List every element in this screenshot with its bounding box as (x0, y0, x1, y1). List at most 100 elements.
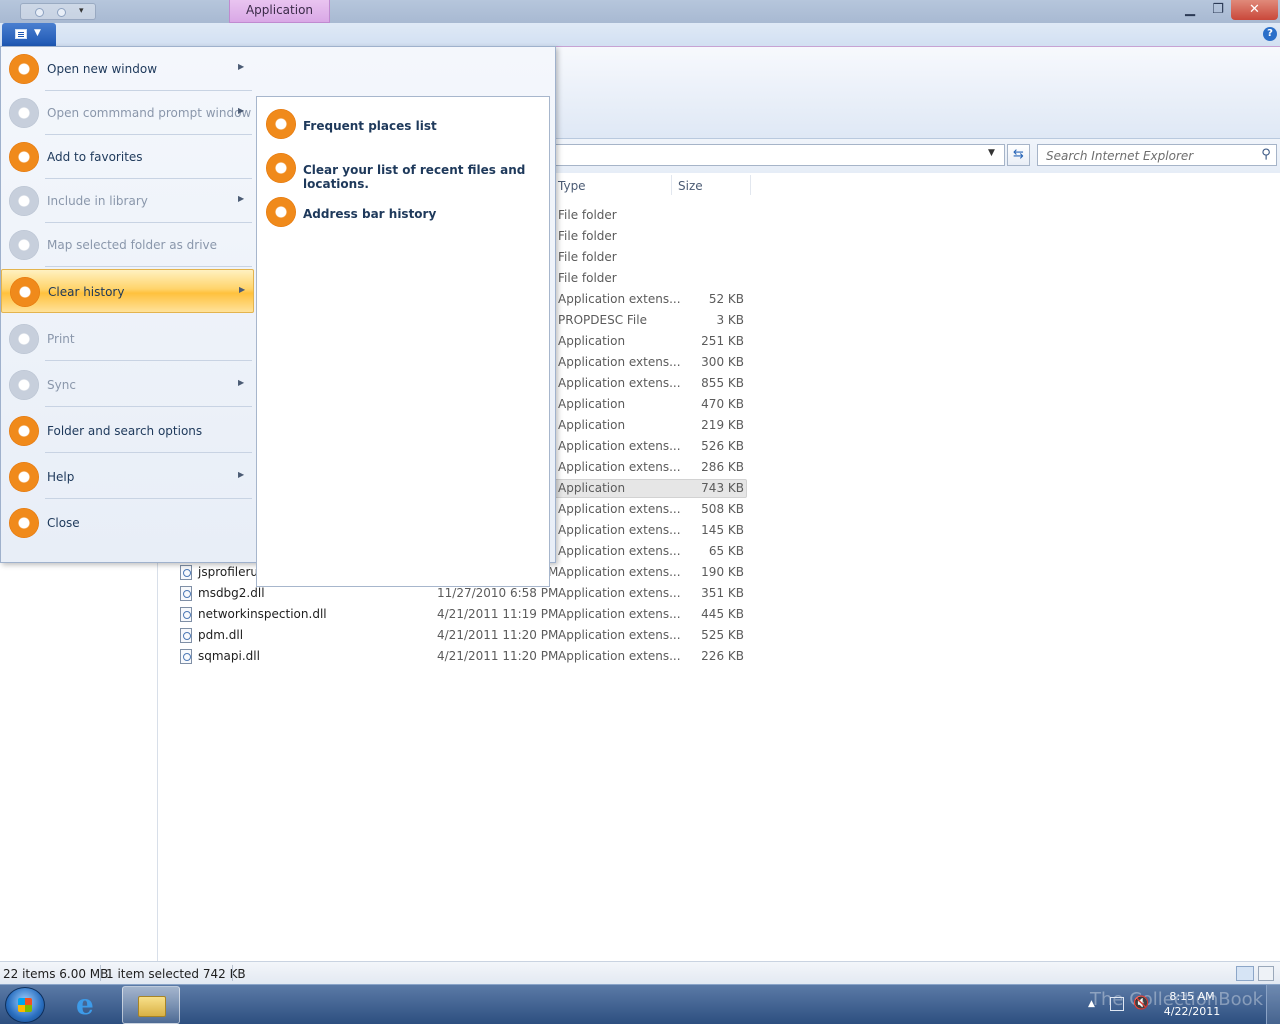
file-size: 3 KB (716, 313, 744, 327)
qat-button-icon[interactable] (35, 8, 44, 17)
chevron-right-icon: ▶ (239, 285, 246, 294)
details-view-icon[interactable] (1236, 966, 1254, 981)
table-row[interactable]: networkinspection.dll 4/21/2011 11:19 PM A… (159, 604, 779, 625)
menu-item-label: Map selected folder as drive (47, 238, 218, 252)
chevron-right-icon: ▶ (238, 378, 245, 387)
table-row[interactable]: pdm.dll 4/21/2011 11:20 PM Application ext… (159, 625, 779, 646)
menu-item-label: Include in library (47, 194, 148, 208)
menu-item-clear-history[interactable]: Clear history ▶ (1, 269, 254, 313)
menu-item-icon (9, 370, 39, 400)
network-icon[interactable] (1110, 997, 1124, 1011)
column-header-size[interactable]: Size (678, 179, 703, 193)
chevron-down-icon: ▼ (34, 28, 41, 38)
column-divider[interactable] (750, 175, 751, 195)
menu-item-label: Sync (47, 378, 76, 392)
menu-item-label: Open commmand prompt window (47, 106, 252, 120)
file-size: 351 KB (701, 586, 744, 600)
system-clock[interactable]: 8:15 AM 4/22/2011 (1152, 989, 1232, 1019)
file-type: Application (558, 334, 626, 348)
qat-button-icon[interactable] (57, 8, 66, 17)
contextual-tab-application-tools[interactable]: Application Tools (229, 0, 330, 38)
file-date: 4/21/2011 11:19 PM (437, 607, 559, 621)
file-size: 508 KB (701, 502, 744, 516)
file-size: 855 KB (701, 376, 744, 390)
submenu-item-frequent-places[interactable]: Frequent places list (263, 103, 548, 143)
taskbar-windows-explorer[interactable] (122, 986, 180, 1024)
menu-item-label: Print (47, 332, 75, 346)
submenu-item-recent-files[interactable]: Clear your list of recent files and loca… (263, 147, 548, 191)
menu-item-close[interactable]: Close (1, 501, 254, 545)
restore-button[interactable]: ❐ (1205, 0, 1231, 20)
application-menu-button[interactable]: ▼ (2, 23, 56, 46)
menu-item-open-new-window[interactable]: Open new window ▶ (1, 47, 254, 91)
menu-item-icon (9, 324, 39, 354)
menu-item-label: Open new window (47, 62, 158, 76)
help-icon[interactable]: ? (1263, 27, 1277, 41)
chevron-right-icon: ▶ (238, 194, 245, 203)
column-header-type[interactable]: Type (558, 179, 586, 193)
search-icon[interactable]: ⚲ (1258, 147, 1274, 163)
file-type: File folder (558, 229, 617, 243)
file-date: 11/27/2010 6:58 PM (437, 586, 559, 600)
submenu-item-label: Clear your list of recent files and loca… (303, 163, 526, 191)
menu-item-icon (9, 186, 39, 216)
menu-item-map-selected-folder-as-drive: Map selected folder as drive (1, 223, 254, 267)
status-divider (232, 965, 233, 981)
status-item-count: 22 items 6.00 MB (3, 967, 109, 981)
file-type: File folder (558, 208, 617, 222)
address-dropdown-icon[interactable]: ▼ (988, 148, 995, 158)
chevron-down-icon[interactable]: ▾ (79, 6, 84, 16)
menu-item-icon (266, 153, 296, 183)
submenu-item-label: Frequent places list (303, 119, 437, 133)
file-size: 52 KB (708, 292, 744, 306)
close-button[interactable]: ✕ (1231, 0, 1278, 20)
submenu-item-address-bar-history[interactable]: Address bar history (263, 191, 548, 231)
menu-item-icon (266, 197, 296, 227)
menu-item-icon (9, 230, 39, 260)
search-input[interactable] (1046, 148, 1251, 163)
taskbar-internet-explorer[interactable]: e (64, 986, 116, 1024)
app-menu-icon (15, 29, 27, 39)
menu-item-icon (9, 508, 39, 538)
volume-muted-icon[interactable]: 🔇 (1133, 996, 1149, 1011)
show-hidden-icons-icon[interactable]: ▲ (1088, 999, 1095, 1009)
menu-item-label: Folder and search options (47, 424, 203, 438)
menu-item-folder-and-search-options[interactable]: Folder and search options (1, 409, 254, 453)
menu-item-open-commmand-prompt-window: Open commmand prompt window ▶ (1, 91, 254, 135)
status-divider (100, 965, 101, 981)
refresh-icon: ⇆ (1013, 147, 1024, 162)
file-size: 525 KB (701, 628, 744, 642)
address-bar[interactable] (540, 144, 1005, 166)
file-size: 286 KB (701, 460, 744, 474)
column-divider[interactable] (671, 175, 672, 195)
menu-item-label: Add to favorites (47, 150, 143, 164)
menu-item-icon (266, 109, 296, 139)
menu-item-help[interactable]: Help ▶ (1, 455, 254, 499)
file-type: PROPDESC File (558, 313, 647, 327)
refresh-button[interactable]: ⇆ (1007, 144, 1030, 166)
menu-item-label: Clear history (48, 285, 125, 299)
menu-item-icon (9, 142, 39, 172)
menu-item-add-to-favorites[interactable]: Add to favorites (1, 135, 254, 179)
file-size: 145 KB (701, 523, 744, 537)
menu-item-include-in-library: Include in library ▶ (1, 179, 254, 223)
table-row[interactable]: sqmapi.dll 4/21/2011 11:20 PM Application … (159, 646, 779, 667)
start-button[interactable] (5, 987, 45, 1023)
minimize-button[interactable]: ▁ (1177, 0, 1203, 20)
show-desktop-button[interactable] (1266, 985, 1280, 1024)
menu-item-icon (9, 462, 39, 492)
internet-explorer-icon: e (76, 988, 94, 1021)
quick-access-toolbar[interactable]: ▾ (20, 3, 96, 20)
clock-time: 8:15 AM (1169, 990, 1215, 1003)
menu-item-icon (9, 54, 39, 84)
file-size: 470 KB (701, 397, 744, 411)
menu-item-label: Help (47, 470, 75, 484)
dll-file-icon (180, 586, 192, 601)
large-icons-view-icon[interactable] (1258, 966, 1274, 981)
search-box[interactable]: ⚲ (1037, 144, 1277, 166)
file-size: 190 KB (701, 565, 744, 579)
file-type: File folder (558, 271, 617, 285)
file-size: 251 KB (701, 334, 744, 348)
file-date: 4/21/2011 11:20 PM (437, 628, 559, 642)
menu-item-print: Print (1, 317, 254, 361)
